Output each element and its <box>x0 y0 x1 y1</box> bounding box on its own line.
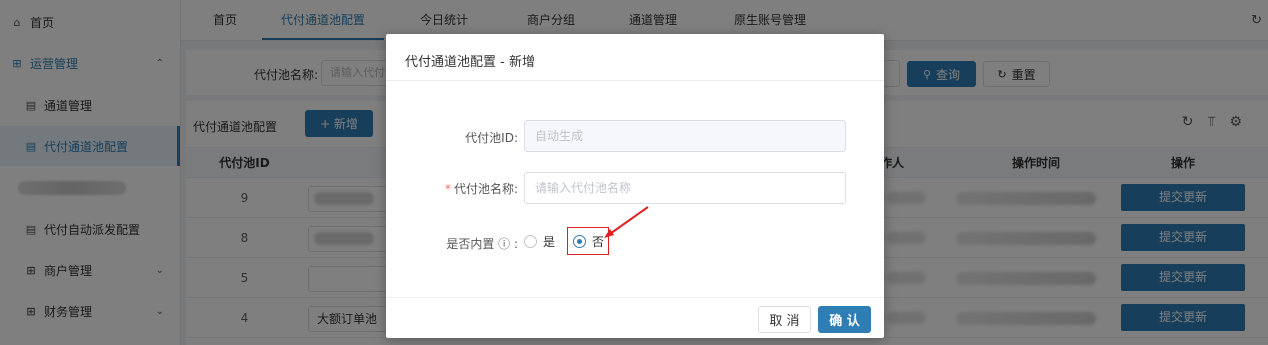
confirm-button[interactable]: 确 认 <box>818 306 871 333</box>
annotation-arrow-icon <box>604 206 649 238</box>
radio-yes-label[interactable]: 是 <box>543 233 555 250</box>
pool-id-field: 自动生成 <box>524 120 846 152</box>
cancel-button[interactable]: 取 消 <box>758 306 811 333</box>
dialog-title: 代付通道池配置 - 新增 <box>405 55 535 70</box>
pool-name-label: * 代付池名称: <box>386 180 518 197</box>
required-mark: * <box>444 182 451 196</box>
pool-name-field[interactable]: 请输入代付池名称 <box>524 172 846 204</box>
pool-id-label: 代付池ID: <box>465 131 518 145</box>
builtin-label: 是否内置 ⓘ : <box>446 237 518 251</box>
add-pool-dialog: 代付通道池配置 - 新增 代付池ID: 自动生成 * 代付池名称: 请输入代付池名… <box>386 34 884 338</box>
divider <box>386 80 884 81</box>
radio-yes[interactable] <box>524 235 537 248</box>
divider <box>386 297 884 298</box>
pool-name-label-text: 代付池名称: <box>453 182 518 196</box>
